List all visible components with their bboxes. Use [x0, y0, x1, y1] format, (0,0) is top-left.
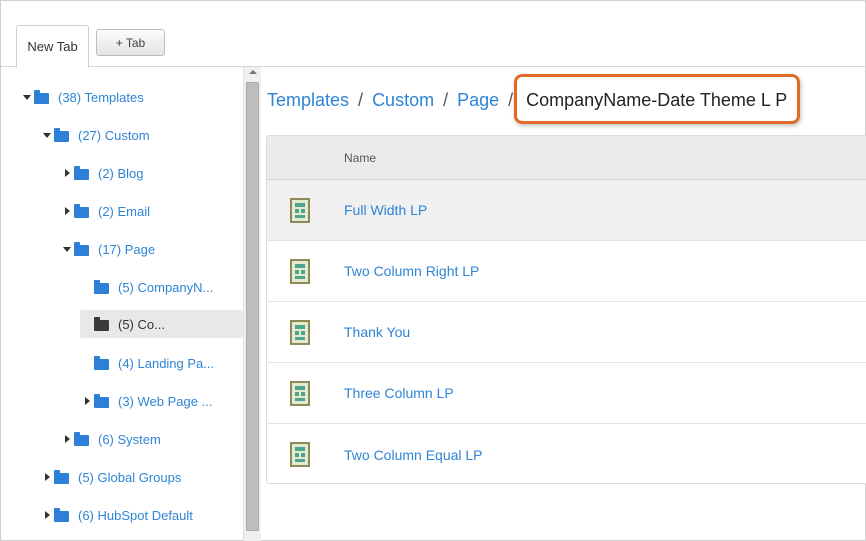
table-row[interactable]: Two Column Right LP	[267, 241, 866, 302]
page-template-icon	[290, 258, 310, 284]
breadcrumb-separator: /	[508, 89, 514, 110]
add-tab-button[interactable]: + Tab	[96, 29, 165, 56]
breadcrumb-separator: /	[358, 89, 364, 110]
tree-item-label: (6) System	[98, 431, 161, 447]
tree-item-label: (17) Page	[98, 241, 156, 257]
tree-item-label: (6) HubSpot Default	[78, 507, 193, 523]
page-template-icon	[290, 197, 310, 223]
folder-icon	[94, 393, 109, 408]
tree-item-email[interactable]: (2) Email	[62, 200, 150, 222]
caret-right-icon[interactable]	[62, 434, 72, 444]
breadcrumb-separator: /	[443, 89, 449, 110]
breadcrumb-page[interactable]: Page	[457, 90, 499, 111]
column-header-name[interactable]: Name	[344, 151, 376, 165]
breadcrumb-current-folder: CompanyName-Date Theme L P	[526, 89, 788, 110]
caret-spacer	[82, 358, 92, 368]
tree-item-custom[interactable]: (27) Custom	[42, 124, 150, 146]
template-name-link[interactable]: Two Column Equal LP	[344, 447, 483, 463]
page-template-icon	[290, 380, 310, 406]
tree-item-templates[interactable]: (38) Templates	[22, 86, 144, 108]
tree-scrollbar[interactable]	[243, 67, 261, 541]
scrollbar-thumb[interactable]	[246, 82, 259, 531]
template-name-link[interactable]: Three Column LP	[344, 385, 454, 401]
tree-item-label: (5) Co...	[118, 316, 165, 332]
page-template-icon	[290, 319, 310, 345]
tab-bar: New Tab + Tab	[1, 1, 866, 68]
table-row[interactable]: Three Column LP	[267, 363, 866, 424]
caret-right-icon[interactable]	[42, 510, 52, 520]
folder-tree: (38) Templates (27) Custom (2) Blog (2) …	[1, 67, 245, 541]
breadcrumb-templates[interactable]: Templates	[267, 90, 349, 111]
caret-right-icon[interactable]	[82, 396, 92, 406]
folder-icon	[74, 431, 89, 446]
templates-table: Name Full Width LP Two Column Right LP T…	[266, 135, 866, 484]
tree-item-label: (27) Custom	[78, 127, 150, 143]
folder-icon	[34, 89, 49, 104]
page-template-icon	[290, 442, 310, 467]
breadcrumb-custom[interactable]: Custom	[372, 90, 434, 111]
tree-item-global-groups[interactable]: (5) Global Groups	[42, 466, 181, 488]
folder-icon	[54, 469, 69, 484]
caret-right-icon[interactable]	[42, 472, 52, 482]
folder-icon	[74, 165, 89, 180]
tree-item-system[interactable]: (6) System	[62, 428, 161, 450]
tree-item-label: (2) Blog	[98, 165, 144, 181]
tree-item-label: (38) Templates	[58, 89, 144, 105]
scroll-up-arrow-icon[interactable]	[249, 70, 257, 74]
folder-icon	[54, 127, 69, 142]
tree-item-label: (5) Global Groups	[78, 469, 182, 485]
caret-spacer	[82, 319, 92, 329]
caret-right-icon[interactable]	[62, 206, 72, 216]
table-row[interactable]: Two Column Equal LP	[267, 424, 866, 483]
folder-icon	[94, 355, 109, 370]
table-header: Name	[267, 136, 866, 180]
caret-down-icon[interactable]	[42, 130, 52, 140]
template-name-link[interactable]: Two Column Right LP	[344, 263, 479, 279]
tree-item-selected-folder[interactable]: (5) Co...	[80, 310, 243, 338]
table-row[interactable]: Thank You	[267, 302, 866, 363]
table-row[interactable]: Full Width LP	[267, 180, 866, 241]
folder-open-icon	[94, 316, 109, 331]
caret-down-icon[interactable]	[22, 92, 32, 102]
tab-new-tab[interactable]: New Tab	[16, 25, 89, 68]
caret-spacer	[82, 282, 92, 292]
folder-icon	[74, 203, 89, 218]
breadcrumb: Templates / Custom / Page / CompanyName-…	[267, 87, 791, 113]
tree-item-label: (3) Web Page ...	[118, 393, 213, 409]
tree-item-label: (2) Email	[98, 203, 151, 219]
folder-icon	[74, 241, 89, 256]
tree-item-landing-pages[interactable]: (4) Landing Pa...	[82, 352, 214, 374]
tree-item-web-pages[interactable]: (3) Web Page ...	[82, 390, 212, 412]
tree-item-label: (4) Landing Pa...	[118, 355, 215, 371]
caret-down-icon[interactable]	[62, 244, 72, 254]
template-name-link[interactable]: Thank You	[344, 324, 410, 340]
folder-icon	[54, 507, 69, 522]
tree-item-blog[interactable]: (2) Blog	[62, 162, 144, 184]
file-manager-window: New Tab + Tab (38) Templates (27) Custom…	[0, 0, 866, 541]
tree-item-hubspot-default[interactable]: (6) HubSpot Default	[42, 504, 193, 526]
template-name-link[interactable]: Full Width LP	[344, 202, 427, 218]
caret-right-icon[interactable]	[62, 168, 72, 178]
tree-item-page[interactable]: (17) Page	[62, 238, 155, 260]
folder-icon	[94, 279, 109, 294]
tree-item-label: (5) CompanyN...	[118, 279, 214, 295]
tree-item-companyname[interactable]: (5) CompanyN...	[82, 276, 213, 298]
